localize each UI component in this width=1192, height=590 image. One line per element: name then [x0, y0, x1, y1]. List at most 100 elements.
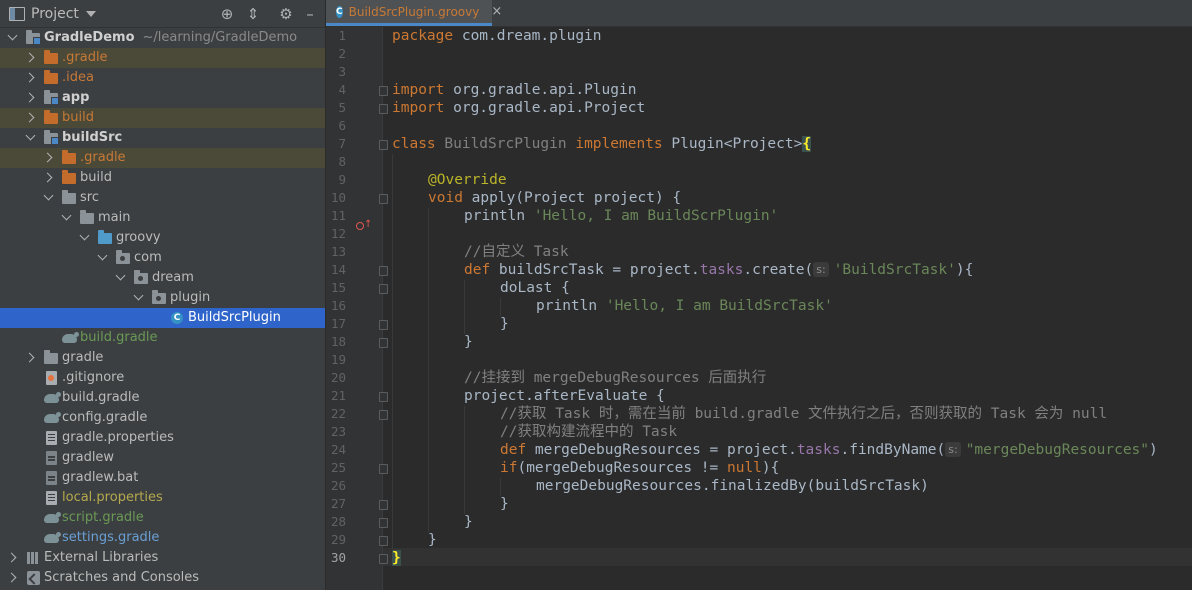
tree-item-gradledemo[interactable]: GradleDemo ~/learning/GradleDemo: [0, 28, 325, 48]
chevron-down-icon[interactable]: [24, 128, 36, 148]
chevron-down-icon[interactable]: [96, 248, 108, 268]
tree-item-scratches[interactable]: Scratches and Consoles: [0, 568, 325, 588]
chevron-right-icon[interactable]: [6, 568, 18, 588]
chevron-right-icon[interactable]: [24, 68, 36, 88]
project-view-selector[interactable]: Project: [31, 6, 79, 22]
fold-marker[interactable]: [379, 536, 388, 546]
comment: //获取构建流程中的 Task: [500, 424, 678, 440]
fold-marker[interactable]: [379, 194, 388, 204]
code-area[interactable]: package com.dream.plugin import org.grad…: [392, 27, 1158, 566]
chevron-right-icon[interactable]: [24, 88, 36, 108]
chevron-right-icon[interactable]: [24, 48, 36, 68]
tree-item-local-properties[interactable]: local.properties: [0, 488, 325, 508]
code-text: }: [500, 316, 509, 332]
override-method-icon[interactable]: ↑: [356, 220, 372, 230]
chevron-right-icon[interactable]: [24, 108, 36, 128]
tree-item-buildsrcplugin[interactable]: C BuildSrcPlugin: [0, 308, 325, 328]
tree-item-build-gradle[interactable]: build.gradle: [0, 388, 325, 408]
tree-item-buildsrc-dot-gradle[interactable]: .gradle: [0, 148, 325, 168]
tree-item-dot-gradle[interactable]: .gradle: [0, 48, 325, 68]
chevron-down-icon[interactable]: [6, 28, 18, 48]
code-text: ){: [761, 460, 780, 476]
tree-item-plugin[interactable]: plugin: [0, 288, 325, 308]
chevron-right-icon[interactable]: [42, 148, 54, 168]
tree-item-com[interactable]: com: [0, 248, 325, 268]
project-tree: GradleDemo ~/learning/GradleDemo .gradle …: [0, 28, 325, 588]
tree-item-gitignore[interactable]: .gitignore: [0, 368, 325, 388]
fold-marker[interactable]: [379, 140, 388, 150]
fold-marker[interactable]: [379, 338, 388, 348]
fold-marker[interactable]: [379, 554, 388, 564]
code-text: }: [464, 334, 473, 350]
fold-marker[interactable]: [379, 410, 388, 420]
tree-item-label: gradle: [62, 350, 104, 365]
line-number: 8: [338, 154, 346, 169]
fold-marker[interactable]: [379, 500, 388, 510]
code-line-23: //获取构建流程中的 Task: [500, 423, 677, 441]
keyword: import: [392, 100, 445, 116]
chevron-right-icon[interactable]: [42, 168, 54, 188]
package-icon: [116, 250, 130, 264]
line-number: 9: [338, 172, 346, 187]
fold-marker[interactable]: [379, 284, 388, 294]
tree-item-idea[interactable]: .idea: [0, 68, 325, 88]
editor-tab-buildsrcplugin[interactable]: C BuildSrcPlugin.groovy ×: [326, 0, 502, 26]
tree-item-gradle-properties[interactable]: gradle.properties: [0, 428, 325, 448]
line-number: 24: [330, 442, 346, 457]
tree-item-src[interactable]: src: [0, 188, 325, 208]
gear-icon[interactable]: ⚙: [277, 5, 295, 23]
fold-marker[interactable]: [379, 104, 388, 114]
project-view-icon: [9, 6, 25, 21]
chevron-down-icon[interactable]: [85, 10, 96, 17]
line-number: 23: [330, 424, 346, 439]
chevron-down-icon[interactable]: [42, 188, 54, 208]
code-line-18: }: [464, 333, 473, 351]
line-number: 30: [330, 550, 346, 565]
fold-marker[interactable]: [379, 320, 388, 330]
chevron-right-icon[interactable]: [6, 548, 18, 568]
tree-item-label: buildSrc: [62, 130, 123, 145]
tree-item-buildsrc-build-gradle[interactable]: build.gradle: [0, 328, 325, 348]
tree-item-label: build: [80, 170, 112, 185]
tree-item-settings-gradle[interactable]: settings.gradle: [0, 528, 325, 548]
chevron-down-icon[interactable]: [78, 228, 90, 248]
tree-item-app[interactable]: app: [0, 88, 325, 108]
tree-item-config-gradle[interactable]: config.gradle: [0, 408, 325, 428]
tree-item-label: GradleDemo: [44, 30, 135, 45]
editor-tab-bar: C BuildSrcPlugin.groovy ×: [326, 0, 1192, 27]
chevron-right-icon[interactable]: [24, 348, 36, 368]
tab-label: BuildSrcPlugin.groovy: [348, 4, 480, 19]
chevron-down-icon[interactable]: [114, 268, 126, 288]
tree-item-buildsrc-build[interactable]: build: [0, 168, 325, 188]
hide-icon[interactable]: –: [301, 5, 319, 23]
keyword: if: [500, 460, 518, 476]
fold-marker[interactable]: [379, 86, 388, 96]
locate-icon[interactable]: ⊕: [218, 5, 236, 23]
scratches-icon: [27, 571, 40, 585]
line-number: 25: [330, 460, 346, 475]
fold-marker[interactable]: [379, 464, 388, 474]
tree-item-label: gradle.properties: [62, 430, 174, 445]
tree-item-gradle[interactable]: gradle: [0, 348, 325, 368]
tree-item-buildsrc[interactable]: buildSrc: [0, 128, 325, 148]
tree-item-groovy[interactable]: groovy: [0, 228, 325, 248]
chevron-down-icon[interactable]: [132, 288, 144, 308]
code-text: (mergeDebugResources !=: [517, 460, 727, 476]
chevron-down-icon[interactable]: [60, 208, 72, 228]
tree-item-external-libraries[interactable]: External Libraries: [0, 548, 325, 568]
close-icon[interactable]: ×: [491, 4, 502, 19]
fold-marker[interactable]: [379, 392, 388, 402]
code-line-26: mergeDebugResources.finalizedBy(buildSrc…: [536, 477, 929, 495]
tree-item-main[interactable]: main: [0, 208, 325, 228]
collapse-all-icon[interactable]: ⇕: [244, 5, 262, 23]
fold-marker[interactable]: [379, 266, 388, 276]
tree-item-gradlew[interactable]: gradlew: [0, 448, 325, 468]
tree-item-gradlew-bat[interactable]: gradlew.bat: [0, 468, 325, 488]
tree-item-label: app: [62, 90, 90, 105]
tree-item-dream[interactable]: dream: [0, 268, 325, 288]
tree-item-script-gradle[interactable]: script.gradle: [0, 508, 325, 528]
line-number: 19: [330, 352, 346, 367]
tree-item-label: groovy: [116, 230, 161, 245]
tree-item-build[interactable]: build: [0, 108, 325, 128]
fold-marker[interactable]: [379, 518, 388, 528]
